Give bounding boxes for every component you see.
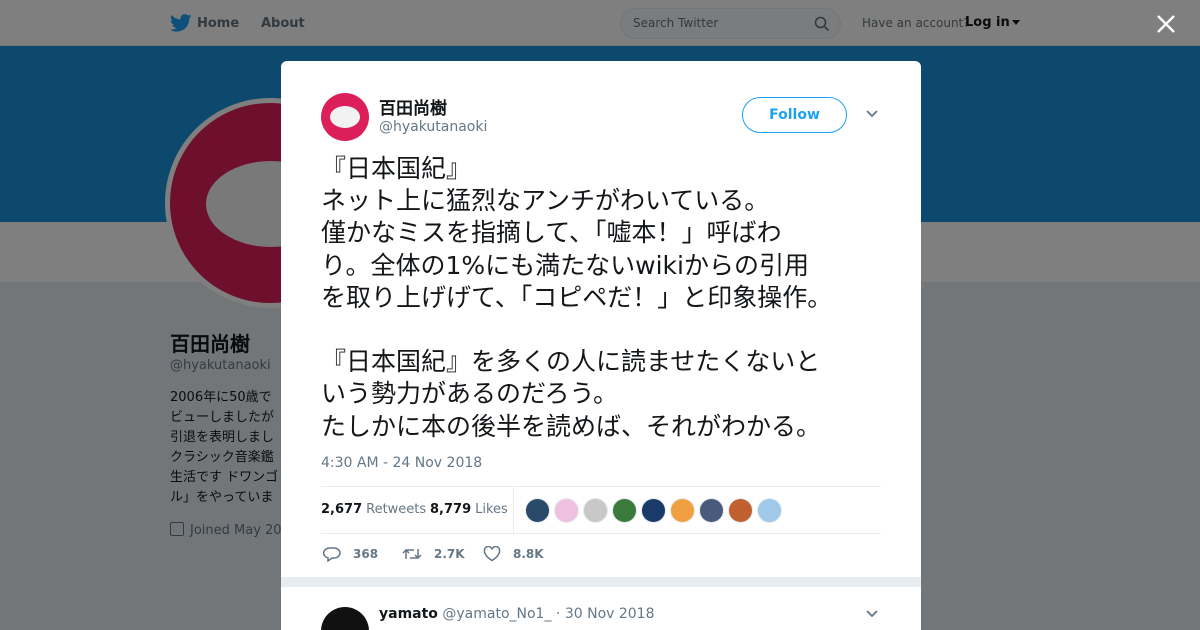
reply-author-handle[interactable]: @yamato_No1_ — [442, 606, 551, 622]
retweets-stat[interactable]: 2,677 Retweets — [321, 487, 426, 533]
reply-button[interactable]: 368 — [323, 539, 378, 569]
close-icon[interactable] — [1154, 12, 1178, 36]
heart-icon — [483, 546, 501, 562]
tweet-actions: 368 2.7K 8.8K — [321, 539, 881, 569]
retweets-label: Retweets — [366, 502, 427, 517]
tweet-line: 僅かなミスを指摘して、「嘘本！」呼ばわ — [321, 218, 782, 248]
liker-avatar[interactable] — [525, 498, 550, 523]
reply-date[interactable]: 30 Nov 2018 — [565, 606, 655, 622]
reply-count: 368 — [353, 547, 379, 561]
tweet-timestamp[interactable]: 4:30 AM - 24 Nov 2018 — [321, 455, 482, 471]
tweet-author-handle[interactable]: @hyakutanaoki — [379, 119, 487, 135]
stats-divider — [513, 487, 514, 533]
tweet-line: 『日本国紀』を多くの人に読ませたくないと — [321, 347, 821, 377]
liker-avatar[interactable] — [728, 498, 753, 523]
follow-button[interactable]: Follow — [742, 97, 847, 133]
tweet-line: り。全体の1%にも満たないwikiからの引用 — [321, 250, 809, 280]
tweet-line: を取り上げげて、「コピペだ！」と印象操作。 — [321, 282, 833, 312]
tweet-line — [321, 314, 891, 346]
like-button[interactable]: 8.8K — [483, 539, 544, 569]
reply-author-name[interactable]: yamato — [379, 606, 438, 622]
tweet-line: いう勢力があるのだろう。 — [321, 379, 619, 409]
likes-stat[interactable]: 8,779 Likes — [430, 487, 508, 533]
chevron-down-icon[interactable] — [865, 109, 879, 119]
tweet-avatar[interactable] — [321, 93, 369, 141]
tweet-text: 『日本国紀』 ネット上に猛烈なアンチがわいている。 僅かなミスを指摘して、「嘘本… — [321, 153, 891, 443]
tweet-author-name[interactable]: 百田尚樹 — [379, 94, 447, 119]
tweet-modal: 百田尚樹 @hyakutanaoki Follow 『日本国紀』 ネット上に猛烈… — [281, 61, 921, 630]
chevron-down-icon[interactable] — [865, 609, 879, 619]
reply-header: yamato @yamato_No1_ · 30 Nov 2018 — [379, 606, 655, 622]
liker-avatar[interactable] — [583, 498, 608, 523]
reply-divider — [281, 577, 921, 587]
retweet-count: 2.7K — [434, 547, 465, 561]
liker-avatar[interactable] — [699, 498, 724, 523]
tweet-line: ネット上に猛烈なアンチがわいている。 — [321, 186, 770, 216]
retweet-button[interactable]: 2.7K — [402, 539, 465, 569]
liker-avatar[interactable] — [670, 498, 695, 523]
reply-separator: · — [555, 606, 561, 622]
liker-avatar[interactable] — [757, 498, 782, 523]
liker-avatar[interactable] — [641, 498, 666, 523]
like-count: 8.8K — [513, 547, 544, 561]
liker-avatar[interactable] — [554, 498, 579, 523]
tweet-stats: 2,677 Retweets 8,779 Likes — [321, 486, 881, 534]
liker-avatar[interactable] — [612, 498, 637, 523]
reply-icon — [323, 547, 341, 562]
retweets-count: 2,677 — [321, 502, 363, 517]
likes-count: 8,779 — [430, 502, 472, 517]
tweet-line: たしかに本の後半を読めば、それがわかる。 — [321, 411, 822, 441]
retweet-icon — [402, 548, 422, 560]
reply-avatar[interactable] — [321, 607, 369, 630]
tweet-line: 『日本国紀』 — [321, 154, 472, 183]
likes-label: Likes — [475, 502, 508, 517]
